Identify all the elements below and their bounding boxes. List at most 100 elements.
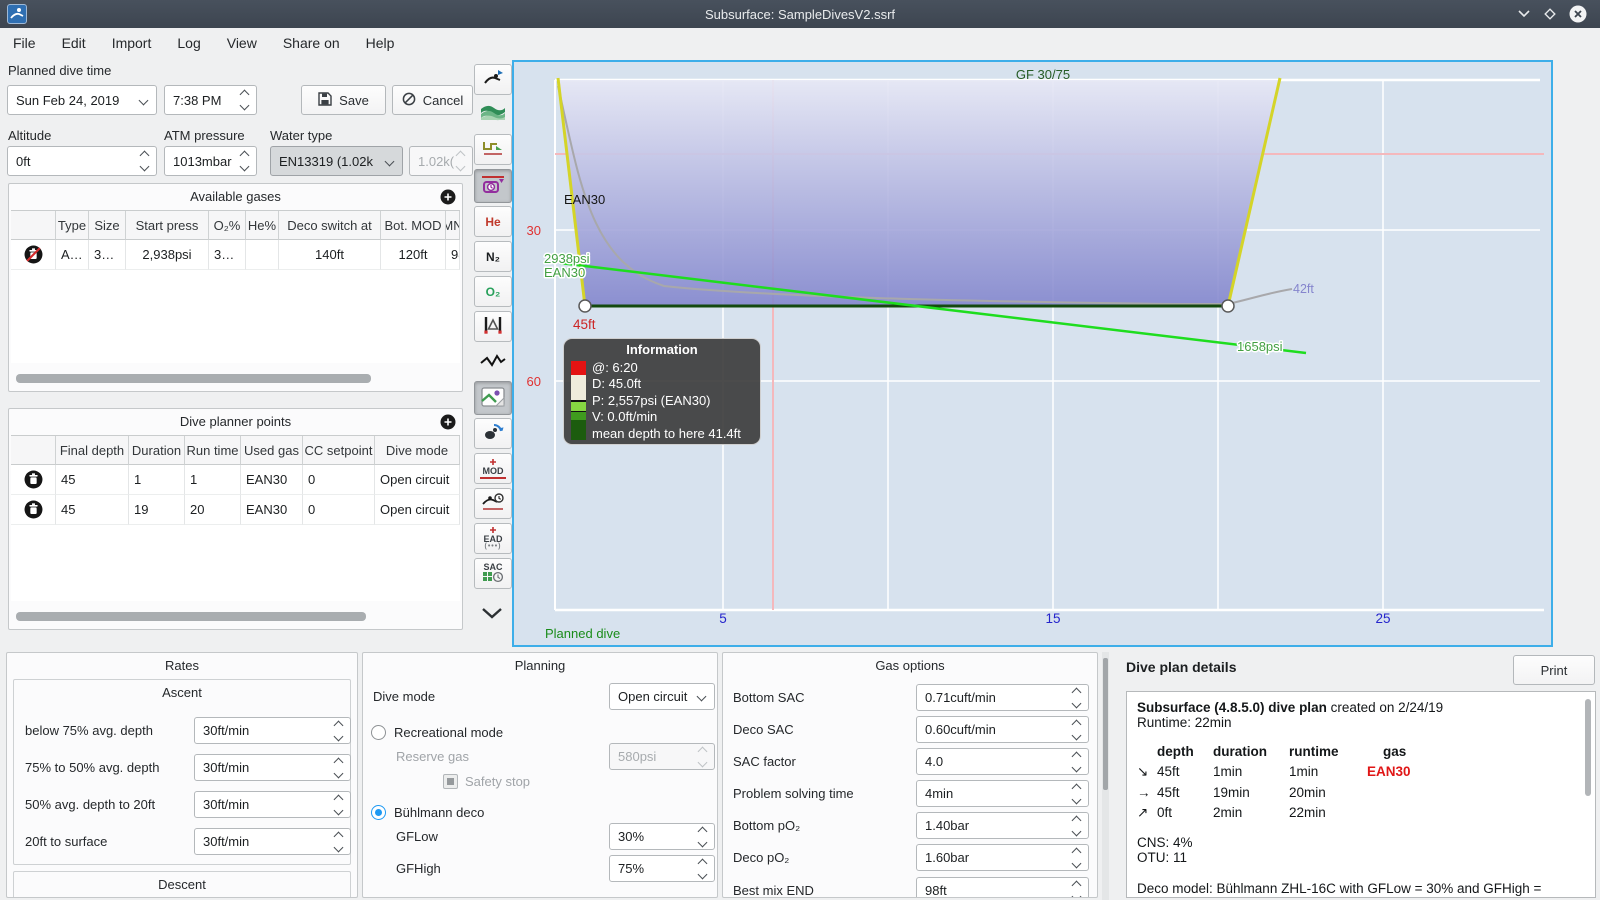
ead-button[interactable]: EAD (•••) [474,523,512,554]
panel-splitter-scrollbar[interactable] [1102,652,1109,900]
point-final-depth[interactable]: 45 [56,465,129,495]
sac-button[interactable]: SAC [474,558,512,589]
scale-graph-button[interactable] [474,64,512,95]
gas-he[interactable] [246,240,279,270]
column-header[interactable]: Type [56,211,89,240]
point-final-depth[interactable]: 45 [56,495,129,525]
point-dive-mode[interactable]: Open circuit [375,495,460,525]
points-horizontal-scrollbar[interactable] [16,612,366,621]
column-header[interactable]: CC setpoint [303,436,375,465]
menu-share-on[interactable]: Share on [283,35,340,51]
spinner-arrows[interactable] [333,720,344,741]
table-row[interactable]: 45 1 1 EAN30 0 Open circuit [11,465,460,495]
column-header[interactable]: Start press [126,211,209,240]
column-header[interactable]: He% [246,211,279,240]
bottom-sac-spinner[interactable]: 0.71cuft/min [916,684,1089,711]
close-icon[interactable] [1568,4,1588,24]
print-button[interactable]: Print [1513,655,1595,685]
spinner-arrows[interactable] [239,89,250,111]
ascent-rate-spinner-2[interactable]: 30ft/min [194,754,351,781]
point-used-gas[interactable]: EAN30 [241,495,303,525]
heart-rate-button[interactable] [474,346,512,377]
point-duration[interactable]: 1 [129,465,185,495]
spinner-arrows[interactable] [1071,719,1082,740]
menu-file[interactable]: File [13,35,36,51]
best-mix-end-spinner[interactable]: 98ft [916,877,1089,897]
add-point-button[interactable] [440,414,456,430]
spinner-arrows[interactable] [1071,815,1082,836]
he-graph-button[interactable]: He [474,206,512,237]
spinner-arrows[interactable] [333,794,344,815]
gases-horizontal-scrollbar[interactable] [16,374,371,383]
add-gas-button[interactable] [440,189,456,205]
column-header[interactable]: Deco switch at [279,211,381,240]
water-type-combo[interactable]: EN13319 (1.02k [270,146,403,176]
ceiling-toggle-button[interactable] [474,169,512,203]
gas-deco-switch[interactable]: 140ft [279,240,381,270]
dive-plan-notes[interactable]: Subsurface (4.8.5.0) dive plan created o… [1126,691,1596,898]
spinner-arrows[interactable] [697,826,708,847]
dive-date-combo[interactable]: Sun Feb 24, 2019 [7,85,157,115]
table-row[interactable]: A… 3… 2,938psi 3… 140ft 120ft 98f [11,240,460,270]
sac-factor-spinner[interactable]: 4.0 [916,748,1089,775]
delete-point-icon[interactable] [11,495,56,525]
spinner-arrows[interactable] [1071,751,1082,772]
ascent-rate-spinner-1[interactable]: 30ft/min [194,717,351,744]
minimize-icon[interactable] [1514,4,1534,24]
gas-mnd[interactable]: 98f [446,240,460,270]
notes-vertical-scrollbar[interactable] [1585,699,1591,796]
column-header-delete[interactable] [11,211,56,240]
problem-time-spinner[interactable]: 4min [916,780,1089,807]
column-header[interactable]: Final depth [56,436,129,465]
column-header[interactable]: Bot. MOD [381,211,446,240]
point-dive-mode[interactable]: Open circuit [375,465,460,495]
column-header-delete[interactable] [11,436,56,465]
point-run-time[interactable]: 1 [185,465,241,495]
column-header[interactable]: O₂% [209,211,246,240]
table-row[interactable]: 45 19 20 EAN30 0 Open circuit [11,495,460,525]
spinner-arrows[interactable] [139,150,150,172]
column-header[interactable]: Used gas [241,436,303,465]
column-header[interactable]: Run time [185,436,241,465]
spinner-arrows[interactable] [697,858,708,879]
mod-button[interactable]: MOD [474,453,512,484]
deco-po2-spinner[interactable]: 1.60bar [916,844,1089,871]
dive-mode-combo[interactable]: Open circuit [609,683,715,710]
point-run-time[interactable]: 20 [185,495,241,525]
spinner-arrows[interactable] [1071,687,1082,708]
menu-edit[interactable]: Edit [62,35,86,51]
deco-sac-spinner[interactable]: 0.60cuft/min [916,716,1089,743]
ndl-button[interactable] [474,488,512,519]
spinner-arrows[interactable] [1071,783,1082,804]
spinner-arrows[interactable] [1071,847,1082,868]
gfhigh-spinner[interactable]: 75% [609,855,715,882]
waypoint-handle[interactable] [1221,299,1235,313]
maximize-icon[interactable] [1540,4,1560,24]
atm-pressure-spinner[interactable]: 1013mbar [164,146,257,176]
ascent-rate-spinner-3[interactable]: 30ft/min [194,791,351,818]
vpmb-deco-radio[interactable] [371,897,386,898]
waypoint-handle[interactable] [578,299,592,313]
column-header[interactable]: Dive mode [375,436,460,465]
buhlmann-deco-radio[interactable] [371,805,386,820]
photos-toggle-button[interactable] [474,381,512,415]
titlebar[interactable]: Subsurface: SampleDivesV2.ssrf [0,0,1600,29]
dc-ceiling-button[interactable] [474,418,512,449]
gas-bottom-mod[interactable]: 120ft [381,240,446,270]
recreational-mode-radio[interactable] [371,725,386,740]
column-header[interactable]: Size [89,211,126,240]
column-header[interactable]: Duration [129,436,185,465]
tissues-button[interactable] [474,311,512,342]
column-header[interactable]: MN [446,211,460,240]
menu-import[interactable]: Import [112,35,152,51]
point-duration[interactable]: 19 [129,495,185,525]
gas-type[interactable]: A… [56,240,89,270]
cancel-button[interactable]: Cancel [392,85,473,115]
bottom-po2-spinner[interactable]: 1.40bar [916,812,1089,839]
point-cc-setpoint[interactable]: 0 [303,495,375,525]
toolbar-more-button[interactable] [480,606,506,626]
o2-graph-button[interactable]: O₂ [474,276,512,307]
gas-start-pressure[interactable]: 2,938psi [126,240,209,270]
gflow-spinner[interactable]: 30% [609,823,715,850]
dive-time-spinner[interactable]: 7:38 PM [164,85,257,115]
